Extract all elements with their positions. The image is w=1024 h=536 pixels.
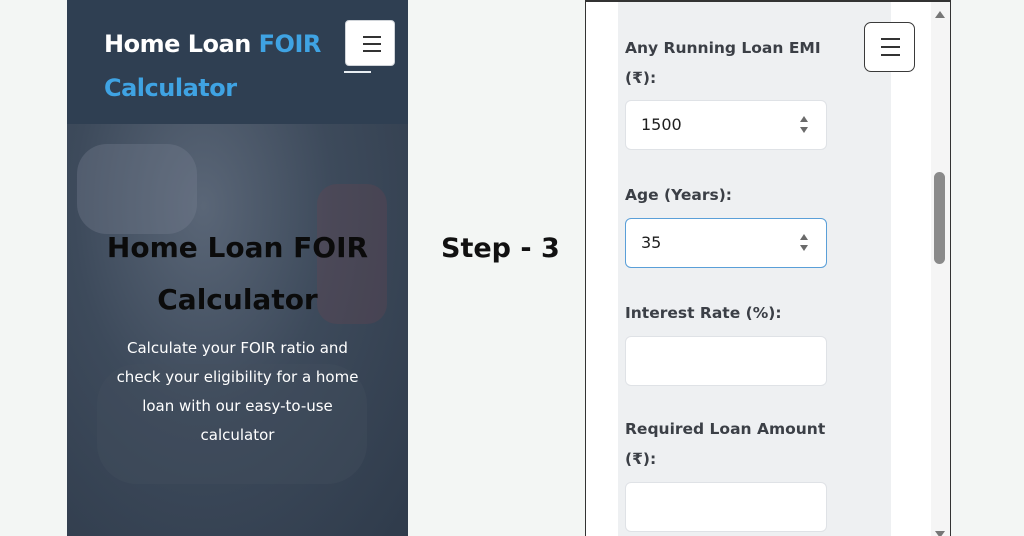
site-header: Home Loan FOIR Calculator [67,0,408,124]
scrollbar[interactable] [931,2,950,536]
interest-rate-label: Interest Rate (%): [625,304,782,322]
age-value: 35 [641,233,662,252]
spinner-down-icon [800,245,808,251]
scroll-up-arrow-icon[interactable] [935,11,945,18]
right-phone-screen: Any Running Loan EMI (₹): 1500 Age (Year… [585,0,951,536]
spinner-down-icon [800,127,808,133]
site-title-part2: Calculator [104,74,237,102]
scrollbar-thumb[interactable] [934,172,945,264]
hero-title: Home Loan FOIR Calculator [106,231,369,316]
loan-amount-label-line1: Required Loan Amount [625,420,826,438]
loan-amount-label-line2: (₹): [625,450,657,468]
loan-amount-label: Required Loan Amount (₹): [625,414,825,474]
menu-indicator [344,71,371,73]
spinner-up-icon [800,234,808,240]
left-phone-screen: Home Loan FOIR Calculator Home Loan FOIR… [67,0,408,536]
age-label: Age (Years): [625,186,733,204]
hero-background-shape [77,144,197,234]
interest-rate-input[interactable] [625,336,827,386]
number-spinner-icon[interactable] [800,234,810,254]
site-title[interactable]: Home Loan FOIR Calculator [104,22,334,110]
loan-emi-label: Any Running Loan EMI (₹): [625,33,821,93]
hero-description: Calculate your FOIR ratio and check your… [116,339,359,444]
loan-emi-label-line2: (₹): [625,69,657,87]
hamburger-menu-icon[interactable] [864,22,915,72]
site-title-accent: FOIR [258,30,322,58]
scroll-down-arrow-icon[interactable] [935,531,945,536]
loan-emi-label-line1: Any Running Loan EMI [625,39,821,57]
hero-section: Home Loan FOIR Calculator Calculate your… [67,124,408,536]
hamburger-menu-icon[interactable] [345,20,395,66]
loan-amount-input[interactable] [625,482,827,532]
loan-emi-input[interactable]: 1500 [625,100,827,150]
number-spinner-icon[interactable] [800,116,810,136]
loan-emi-value: 1500 [641,115,682,134]
site-title-part1: Home Loan [104,30,251,58]
step-label: Step - 3 [441,233,560,264]
spinner-up-icon [800,116,808,122]
age-input[interactable]: 35 [625,218,827,268]
